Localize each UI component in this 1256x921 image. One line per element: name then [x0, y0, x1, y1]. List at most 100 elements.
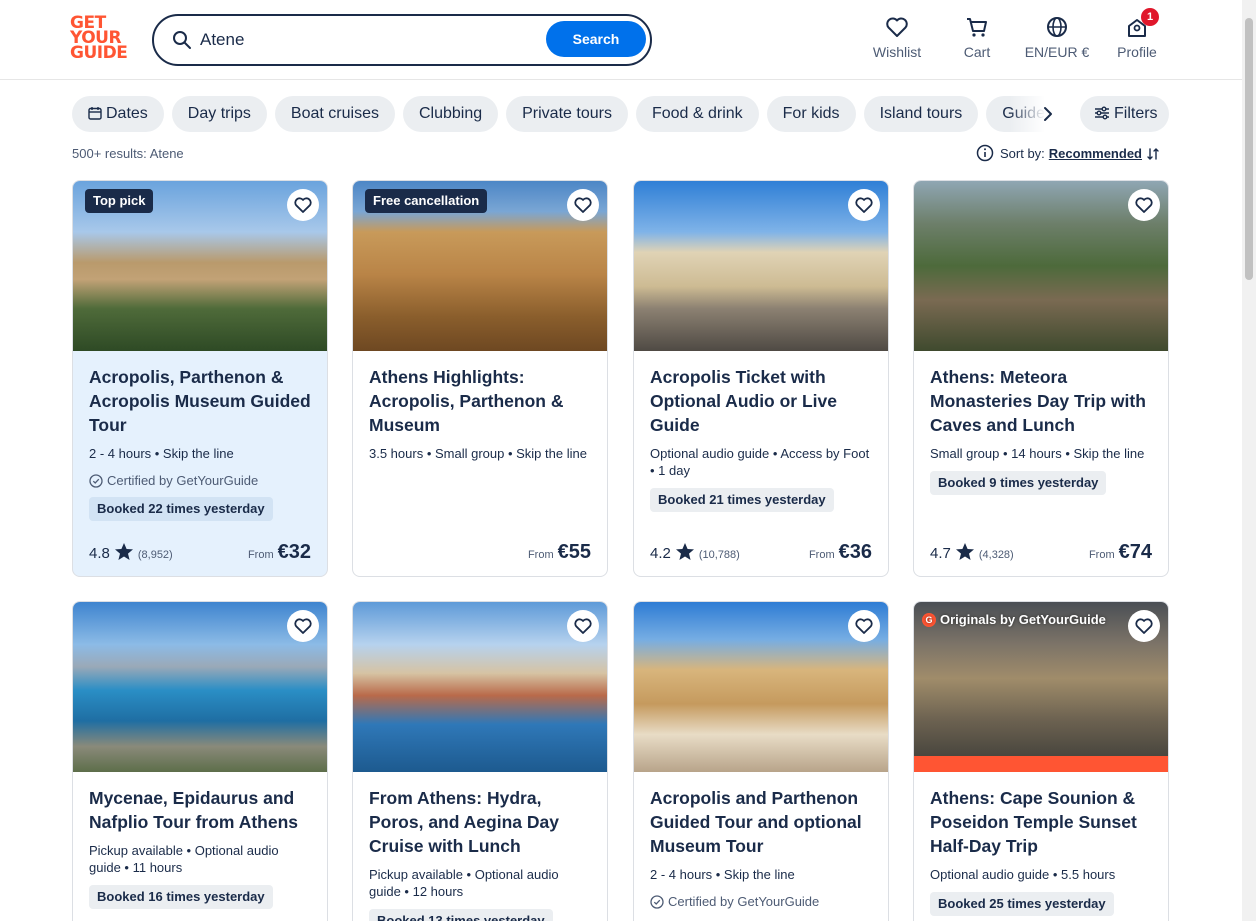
star-icon [955, 543, 974, 560]
wishlist-button[interactable]: Wishlist [866, 16, 928, 64]
chevron-right-icon[interactable] [1038, 104, 1058, 124]
chip-for-kids[interactable]: For kids [766, 96, 856, 132]
rating: 4.2 (10,788) [650, 542, 740, 562]
price: From €55 [528, 541, 591, 564]
activity-card[interactable]: Acropolis Ticket with Optional Audio or … [633, 180, 889, 577]
price: From €32 [248, 541, 311, 564]
activity-image[interactable]: G Originals by GetYourGuide [914, 602, 1168, 772]
chip-boat-cruises[interactable]: Boat cruises [274, 96, 395, 132]
top-pick-badge: Top pick [85, 189, 154, 213]
activity-card[interactable]: Acropolis and Parthenon Guided Tour and … [633, 601, 889, 921]
activity-title[interactable]: Athens: Meteora Monasteries Day Trip wit… [930, 365, 1152, 437]
language-label: EN/EUR € [1024, 44, 1090, 60]
activity-title[interactable]: From Athens: Hydra, Poros, and Aegina Da… [369, 786, 591, 858]
wishlist-heart-button[interactable] [287, 189, 319, 221]
price-value: €36 [838, 541, 872, 563]
cart-button[interactable]: Cart [952, 16, 1002, 64]
activity-card[interactable]: Free cancellation Athens Highlights: Acr… [352, 180, 608, 577]
getyourguide-g-icon: G [922, 613, 936, 627]
wishlist-heart-button[interactable] [848, 189, 880, 221]
activity-image[interactable] [914, 181, 1168, 351]
sort-arrows-icon[interactable] [1146, 146, 1160, 162]
rating-value: 4.7 [930, 545, 951, 562]
activity-card[interactable]: Mycenae, Epidaurus and Nafplio Tour from… [72, 601, 328, 921]
activity-meta: Small group • 14 hours • Skip the line [930, 446, 1145, 461]
booked-badge: Booked 21 times yesterday [650, 488, 834, 512]
page-scrollbar[interactable] [1242, 0, 1256, 921]
wishlist-heart-button[interactable] [1128, 189, 1160, 221]
activity-image[interactable] [634, 181, 888, 351]
logo-line-3: GUIDE [70, 43, 128, 63]
free-cancellation-badge: Free cancellation [365, 189, 488, 213]
booked-badge: Booked 25 times yesterday [930, 892, 1114, 916]
heart-icon [855, 197, 873, 213]
activity-title[interactable]: Athens: Cape Sounion & Poseidon Temple S… [930, 786, 1152, 858]
activity-card[interactable]: G Originals by GetYourGuide Athens: Cape … [913, 601, 1169, 921]
search-input[interactable]: Atene [200, 30, 244, 50]
originals-accent-bar [914, 756, 1168, 772]
activity-card[interactable]: Top pick Acropolis, Parthenon & Acropoli… [72, 180, 328, 577]
activity-title[interactable]: Athens Highlights: Acropolis, Parthenon … [369, 365, 591, 437]
wishlist-heart-button[interactable] [848, 610, 880, 642]
rating: 4.8 (8,952) [89, 542, 173, 562]
activity-image[interactable]: Free cancellation [353, 181, 607, 351]
booked-badge: Booked 16 times yesterday [89, 885, 273, 909]
star-icon [675, 543, 694, 560]
activity-card[interactable]: From Athens: Hydra, Poros, and Aegina Da… [352, 601, 608, 921]
profile-button[interactable]: 1 Profile [1114, 8, 1160, 64]
filters-label: Filters [1114, 105, 1158, 122]
wishlist-label: Wishlist [872, 44, 922, 60]
getyourguide-logo[interactable]: GET YOUR GUIDE [70, 15, 130, 64]
price: From €74 [1089, 541, 1152, 564]
chip-food-drink[interactable]: Food & drink [635, 96, 759, 132]
booked-badge: Booked 13 times yesterday [369, 909, 553, 921]
activity-meta: 3.5 hours • Small group • Skip the line [369, 446, 587, 461]
cart-label: Cart [963, 44, 991, 60]
originals-text: Originals by GetYourGuide [940, 612, 1106, 627]
activity-title[interactable]: Acropolis Ticket with Optional Audio or … [650, 365, 872, 437]
certified-text: Certified by GetYourGuide [107, 473, 259, 488]
wishlist-heart-button[interactable] [287, 610, 319, 642]
wishlist-heart-button[interactable] [567, 189, 599, 221]
sort-value[interactable]: Recommended [1049, 146, 1142, 161]
price-value: €32 [277, 541, 311, 563]
review-count: (10,788) [698, 549, 740, 561]
activity-image[interactable] [73, 602, 327, 772]
review-count: (8,952) [137, 549, 173, 561]
chip-private-tours[interactable]: Private tours [506, 96, 628, 132]
activity-image[interactable] [634, 602, 888, 772]
heart-icon [574, 197, 592, 213]
rating-value: 4.8 [89, 545, 110, 562]
activity-image[interactable] [353, 602, 607, 772]
wishlist-heart-button[interactable] [1128, 610, 1160, 642]
activity-meta: Pickup available • Optional audio guide … [369, 867, 559, 899]
activity-title[interactable]: Acropolis, Parthenon & Acropolis Museum … [89, 365, 311, 437]
activity-meta: Optional audio guide • Access by Foot • … [650, 446, 870, 478]
price: From €36 [809, 541, 872, 564]
rating: 4.7 (4,328) [930, 542, 1014, 562]
sort-control[interactable]: Sort by: Recommended [976, 144, 1160, 164]
originals-badge: G Originals by GetYourGuide [922, 612, 1106, 627]
chip-dates[interactable]: Dates [72, 96, 164, 132]
chip-day-trips[interactable]: Day trips [171, 96, 267, 132]
activity-image[interactable]: Top pick [73, 181, 327, 351]
chip-clubbing[interactable]: Clubbing [402, 96, 499, 132]
scrollbar-thumb[interactable] [1245, 18, 1253, 280]
booked-badge: Booked 22 times yesterday [89, 497, 273, 521]
info-icon[interactable] [976, 144, 994, 162]
chip-island-tours[interactable]: Island tours [863, 96, 979, 132]
language-currency-button[interactable]: EN/EUR € [1020, 16, 1094, 64]
activity-card[interactable]: Athens: Meteora Monasteries Day Trip wit… [913, 180, 1169, 577]
price-value: €74 [1118, 541, 1152, 563]
certified-check-icon [650, 895, 664, 909]
search-bar[interactable]: Atene Search [152, 14, 652, 66]
site-header: GET YOUR GUIDE Atene Search Wishlist Car… [0, 0, 1242, 80]
search-button[interactable]: Search [546, 21, 646, 57]
heart-icon [294, 197, 312, 213]
filters-button[interactable]: Filters [1080, 96, 1169, 132]
chip-label: Dates [106, 105, 148, 122]
certified-text: Certified by GetYourGuide [668, 894, 820, 909]
activity-title[interactable]: Mycenae, Epidaurus and Nafplio Tour from… [89, 786, 311, 834]
activity-title[interactable]: Acropolis and Parthenon Guided Tour and … [650, 786, 872, 858]
wishlist-heart-button[interactable] [567, 610, 599, 642]
